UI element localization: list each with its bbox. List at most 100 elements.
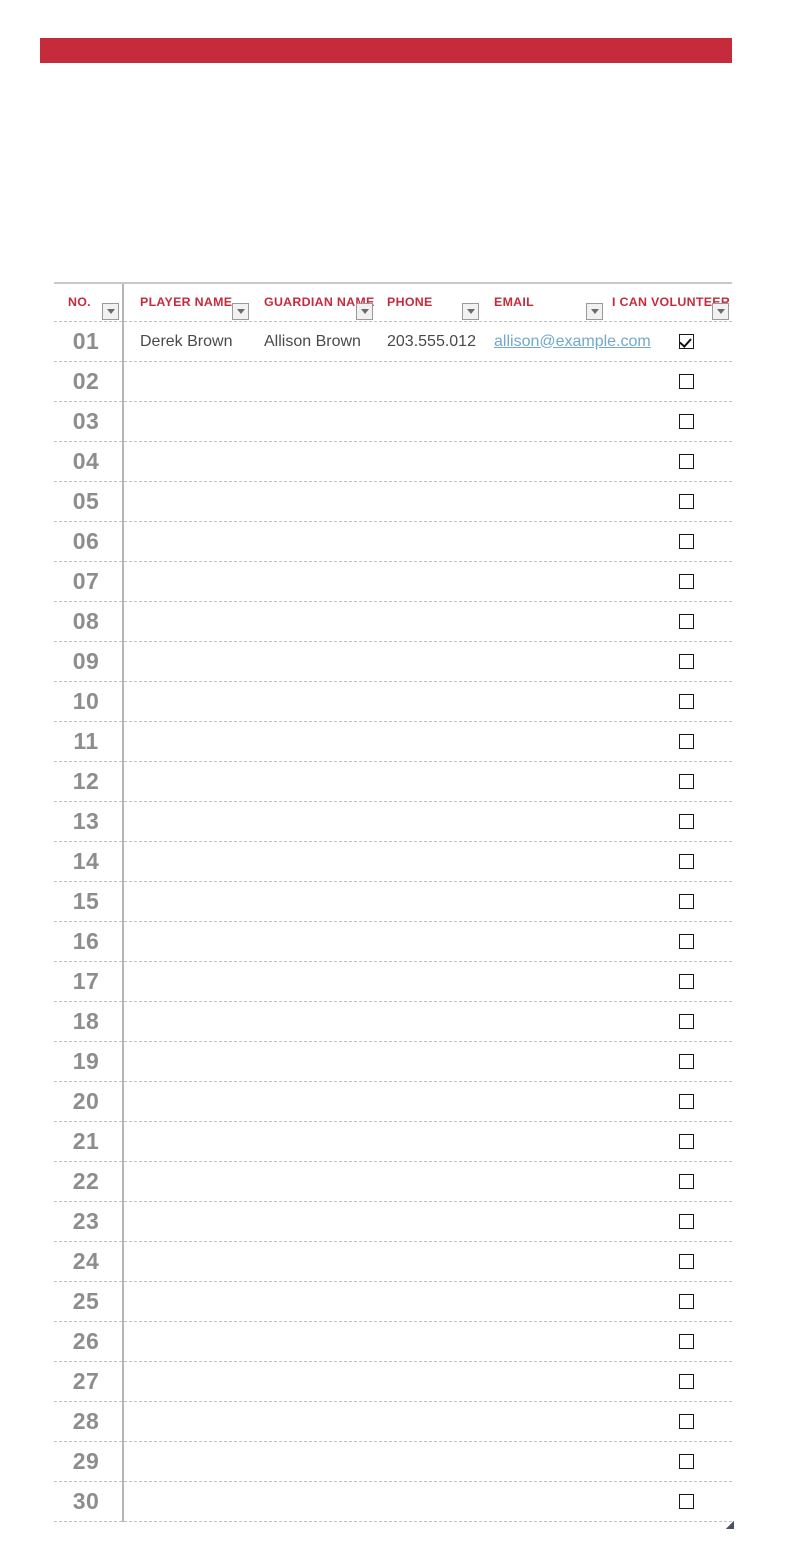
row-number: 17: [72, 968, 100, 994]
volunteer-cell[interactable]: [666, 1082, 706, 1121]
volunteer-cell[interactable]: [666, 1002, 706, 1041]
volunteer-cell[interactable]: [666, 362, 706, 401]
volunteer-cell[interactable]: [666, 1362, 706, 1401]
checkbox-unchecked-icon[interactable]: [678, 694, 694, 709]
chevron-down-icon: [590, 309, 599, 314]
volunteer-cell[interactable]: [666, 1162, 706, 1201]
table-row: 05: [54, 482, 732, 522]
row-number: 28: [72, 1408, 100, 1434]
checkbox-unchecked-icon[interactable]: [678, 1414, 694, 1429]
checkbox-unchecked-icon[interactable]: [678, 1094, 694, 1109]
checkbox-unchecked-icon[interactable]: [678, 974, 694, 989]
row-number: 25: [72, 1288, 100, 1314]
volunteer-cell[interactable]: [666, 602, 706, 641]
volunteer-cell[interactable]: [666, 1122, 706, 1161]
row-number: 02: [72, 368, 100, 394]
table-row: 14: [54, 842, 732, 882]
checkbox-unchecked-icon[interactable]: [678, 1494, 694, 1509]
volunteer-cell[interactable]: [666, 1402, 706, 1441]
volunteer-cell[interactable]: [666, 1442, 706, 1481]
checkbox-unchecked-icon[interactable]: [678, 814, 694, 829]
table-row: 11: [54, 722, 732, 762]
checkbox-unchecked-icon[interactable]: [678, 1254, 694, 1269]
row-number: 10: [72, 688, 100, 714]
checkbox-checked-icon[interactable]: [678, 334, 694, 349]
row-number: 29: [72, 1448, 100, 1474]
table-row: 28: [54, 1402, 732, 1442]
checkbox-unchecked-icon[interactable]: [678, 934, 694, 949]
checkbox-unchecked-icon[interactable]: [678, 1054, 694, 1069]
checkbox-unchecked-icon[interactable]: [678, 574, 694, 589]
volunteer-cell[interactable]: [666, 402, 706, 441]
volunteer-cell[interactable]: [666, 762, 706, 801]
column-header-email: EMAIL: [494, 295, 535, 309]
checkbox-unchecked-icon[interactable]: [678, 654, 694, 669]
volunteer-cell[interactable]: [666, 842, 706, 881]
checkbox-unchecked-icon[interactable]: [678, 534, 694, 549]
table-row: 27: [54, 1362, 732, 1402]
row-number: 03: [72, 408, 100, 434]
checkbox-unchecked-icon[interactable]: [678, 1214, 694, 1229]
guardian-name-cell[interactable]: Allison Brown: [264, 322, 361, 361]
checkbox-unchecked-icon[interactable]: [678, 374, 694, 389]
volunteer-cell[interactable]: [666, 1202, 706, 1241]
signup-table: NO. PLAYER NAME GUARDIAN NAME PHONE EMAIL I C…: [54, 282, 734, 1529]
checkbox-unchecked-icon[interactable]: [678, 1334, 694, 1349]
filter-dropdown-no[interactable]: [102, 303, 119, 320]
checkbox-unchecked-icon[interactable]: [678, 494, 694, 509]
volunteer-cell[interactable]: [666, 882, 706, 921]
row-number: 19: [72, 1048, 100, 1074]
filter-dropdown-email[interactable]: [586, 303, 603, 320]
checkbox-unchecked-icon[interactable]: [678, 614, 694, 629]
chevron-down-icon: [360, 309, 369, 314]
volunteer-cell[interactable]: [666, 1322, 706, 1361]
checkbox-unchecked-icon[interactable]: [678, 1174, 694, 1189]
checkbox-unchecked-icon[interactable]: [678, 774, 694, 789]
checkbox-unchecked-icon[interactable]: [678, 734, 694, 749]
checkbox-unchecked-icon[interactable]: [678, 1454, 694, 1469]
checkbox-unchecked-icon[interactable]: [678, 1374, 694, 1389]
row-number: 09: [72, 648, 100, 674]
table-row: 22: [54, 1162, 732, 1202]
volunteer-cell[interactable]: [666, 562, 706, 601]
filter-dropdown-phone[interactable]: [462, 303, 479, 320]
checkbox-unchecked-icon[interactable]: [678, 1294, 694, 1309]
volunteer-cell[interactable]: [666, 1482, 706, 1521]
volunteer-cell[interactable]: [666, 682, 706, 721]
volunteer-cell[interactable]: [666, 1282, 706, 1321]
email-cell[interactable]: allison@example.com: [494, 322, 651, 361]
checkbox-unchecked-icon[interactable]: [678, 894, 694, 909]
checkbox-unchecked-icon[interactable]: [678, 1014, 694, 1029]
checkbox-unchecked-icon[interactable]: [678, 1134, 694, 1149]
volunteer-cell[interactable]: [666, 442, 706, 481]
row-number: 14: [72, 848, 100, 874]
volunteer-cell[interactable]: [666, 722, 706, 761]
table-row: 16: [54, 922, 732, 962]
volunteer-cell[interactable]: [666, 922, 706, 961]
checkbox-unchecked-icon[interactable]: [678, 854, 694, 869]
volunteer-cell[interactable]: [666, 802, 706, 841]
table-row: 02: [54, 362, 732, 402]
volunteer-cell[interactable]: [666, 642, 706, 681]
volunteer-cell[interactable]: [666, 1042, 706, 1081]
filter-dropdown-volunteer[interactable]: [712, 303, 729, 320]
table-resize-handle[interactable]: [726, 1521, 734, 1529]
volunteer-cell[interactable]: [666, 522, 706, 561]
volunteer-cell[interactable]: [666, 962, 706, 1001]
column-header-no: NO.: [68, 295, 91, 309]
table-row: 25: [54, 1282, 732, 1322]
volunteer-cell[interactable]: [666, 322, 706, 361]
filter-dropdown-player[interactable]: [232, 303, 249, 320]
email-link[interactable]: allison@example.com: [494, 333, 651, 351]
player-name-cell[interactable]: Derek Brown: [140, 322, 232, 361]
logo-placeholder[interactable]: [626, 76, 766, 78]
phone-cell[interactable]: 203.555.012: [387, 322, 476, 361]
checkbox-unchecked-icon[interactable]: [678, 454, 694, 469]
checkbox-unchecked-icon[interactable]: [678, 414, 694, 429]
row-number: 13: [72, 808, 100, 834]
table-row: 17: [54, 962, 732, 1002]
volunteer-cell[interactable]: [666, 1242, 706, 1281]
volunteer-cell[interactable]: [666, 482, 706, 521]
chevron-down-icon: [106, 309, 115, 314]
filter-dropdown-guardian[interactable]: [356, 303, 373, 320]
